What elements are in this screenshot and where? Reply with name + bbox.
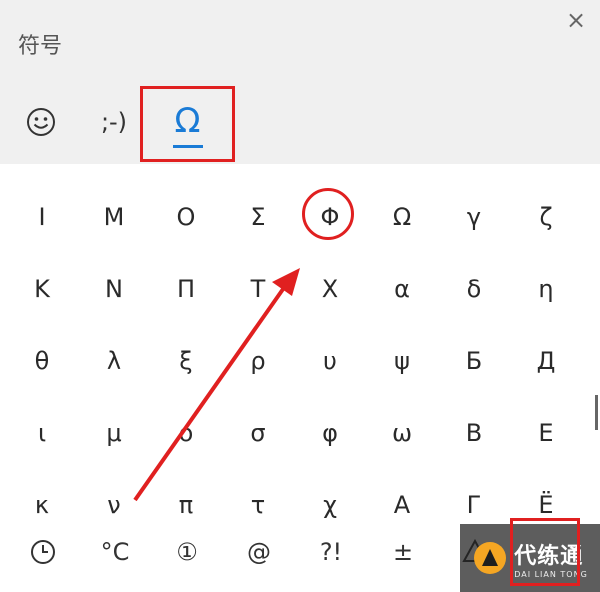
symbol-cell[interactable]: ι — [12, 408, 72, 458]
category-math[interactable]: ± — [378, 530, 428, 574]
tab-emoji[interactable] — [18, 86, 64, 158]
symbol-cell[interactable]: Χ — [300, 264, 360, 314]
smiley-icon — [27, 108, 55, 136]
symbol-cell-phi[interactable]: Φ — [300, 192, 360, 242]
symbol-cell[interactable]: Ι — [12, 192, 72, 242]
symbol-cell[interactable]: Ν — [84, 264, 144, 314]
symbol-cell[interactable]: μ — [84, 408, 144, 458]
selected-tab-indicator — [172, 144, 203, 148]
symbol-cell[interactable]: γ — [444, 192, 504, 242]
symbol-cell[interactable]: ω — [372, 408, 432, 458]
scrollbar-thumb[interactable] — [595, 395, 598, 430]
symbol-cell[interactable]: δ — [444, 264, 504, 314]
symbol-cell[interactable]: θ — [12, 336, 72, 386]
symbol-cell[interactable]: λ — [84, 336, 144, 386]
symbol-cell[interactable]: В — [444, 408, 504, 458]
symbol-cell[interactable]: Д — [516, 336, 576, 386]
symbol-cell[interactable]: ζ — [516, 192, 576, 242]
symbol-cell[interactable]: α — [372, 264, 432, 314]
symbol-cell[interactable]: Σ — [228, 192, 288, 242]
symbol-cell[interactable]: ο — [156, 408, 216, 458]
panel-header: 符号 × ;-) Ω — [0, 0, 600, 164]
watermark-logo: 代练通 DAI LIAN TONG — [460, 524, 600, 592]
symbol-cell[interactable]: η — [516, 264, 576, 314]
tab-kaomoji[interactable]: ;-) — [88, 86, 140, 158]
category-recent[interactable] — [18, 530, 68, 574]
symbol-cell[interactable]: φ — [300, 408, 360, 458]
omega-icon: Ω — [174, 100, 201, 141]
clock-icon — [31, 540, 55, 564]
close-button[interactable]: × — [560, 4, 592, 36]
symbol-cell[interactable]: Κ — [12, 264, 72, 314]
watermark-subtext: DAI LIAN TONG — [514, 569, 588, 579]
category-units[interactable]: °C — [90, 530, 140, 574]
symbol-cell[interactable]: Е — [516, 408, 576, 458]
symbol-cell[interactable]: Ο — [156, 192, 216, 242]
category-general[interactable]: @ — [234, 530, 284, 574]
symbol-cell[interactable]: ψ — [372, 336, 432, 386]
symbol-cell[interactable]: Τ — [228, 264, 288, 314]
category-enclosed[interactable]: ① — [162, 530, 212, 574]
tab-symbols[interactable]: Ω — [140, 86, 235, 162]
panel-title: 符号 — [18, 34, 63, 59]
symbol-cell[interactable]: ρ — [228, 336, 288, 386]
watermark-text: 代练通 — [514, 543, 584, 569]
symbol-cell[interactable]: υ — [300, 336, 360, 386]
symbol-cell[interactable]: Ω — [372, 192, 432, 242]
symbol-cell[interactable]: σ — [228, 408, 288, 458]
symbol-cell[interactable]: Μ — [84, 192, 144, 242]
watermark-emblem-icon — [474, 542, 507, 574]
symbol-cell[interactable]: ξ — [156, 336, 216, 386]
symbol-cell[interactable]: Б — [444, 336, 504, 386]
symbol-cell[interactable]: Π — [156, 264, 216, 314]
category-punctuation[interactable]: ?! — [306, 530, 356, 574]
